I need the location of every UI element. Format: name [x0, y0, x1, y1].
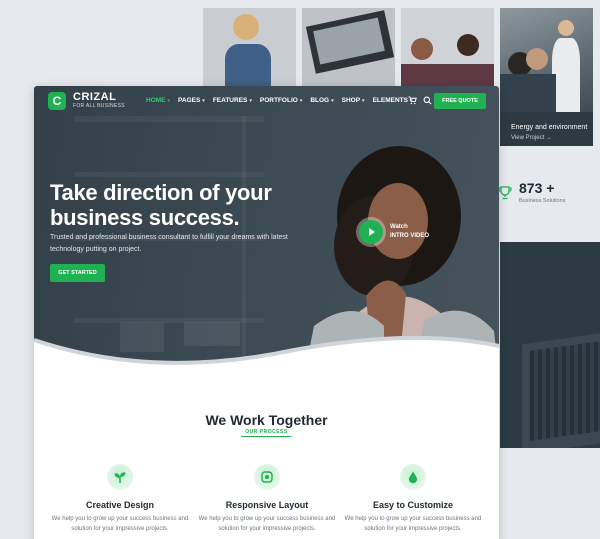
feature-easy-to-customize: Easy to Customize We help you to grow up… [343, 464, 483, 534]
stat-label: Business Solutions [519, 198, 566, 204]
nav-item-shop[interactable]: SHOP ▾ [342, 97, 365, 104]
feature-creative-design: Creative Design We help you to grow up y… [50, 464, 190, 534]
feature-description: We help you to grow up your success busi… [344, 516, 482, 532]
hero-title-line-2: business success. [50, 205, 240, 230]
logo-name[interactable]: CRIZAL [73, 91, 116, 103]
section-kicker: OUR PROCESS [245, 429, 288, 435]
feature-title: Responsive Layout [225, 500, 309, 510]
responsive-icon [254, 464, 280, 490]
feature-description: We help you to grow up your success busi… [198, 516, 336, 532]
logo-icon[interactable]: C [48, 92, 66, 110]
intro-video-label: INTRO VIDEO [390, 233, 430, 239]
play-icon[interactable] [359, 220, 383, 244]
hero-subtitle: Trusted and professional business consul… [50, 234, 288, 253]
hero-title: Take direction of your business success. [50, 180, 310, 230]
website-preview-card: Take direction of your business success.… [34, 86, 499, 539]
cart-icon[interactable] [408, 96, 417, 105]
nav-item-pages[interactable]: PAGES ▾ [178, 97, 205, 104]
feature-responsive-layout: Responsive Layout We help you to grow up… [197, 464, 337, 534]
background-photo-laptop [302, 8, 395, 86]
main-navbar: C CRIZAL FOR ALL BUSINESS HOME ▾ PAGES ▾ F… [34, 86, 499, 116]
watch-label: Watch [390, 224, 408, 230]
logo-tagline: FOR ALL BUSINESS [73, 103, 125, 109]
chevron-down-icon: ▾ [167, 98, 171, 104]
project-card-title: Energy and environment [511, 124, 588, 131]
sprout-icon [107, 464, 133, 490]
project-card-link[interactable]: View Project → [511, 135, 552, 141]
project-card-energy[interactable]: Energy and environment View Project → [500, 8, 593, 146]
trophy-icon [498, 186, 512, 200]
chevron-down-icon: ▾ [299, 98, 303, 104]
intro-video-link[interactable]: Watch INTRO VIDEO [390, 223, 429, 241]
hero-wave-divider [34, 335, 499, 380]
search-icon[interactable] [423, 96, 432, 105]
nav-item-elements[interactable]: ELEMENTS ▾ [373, 97, 413, 104]
chevron-down-icon: ▾ [202, 98, 205, 104]
get-started-button[interactable]: GET STARTED [50, 264, 105, 282]
nav-item-portfolio[interactable]: PORTFOLIO ▾ [260, 97, 302, 104]
chevron-down-icon: ▾ [362, 98, 365, 104]
section-title: We Work Together [205, 412, 328, 428]
nav-item-features[interactable]: FEATURES ▾ [213, 97, 252, 104]
feature-title: Easy to Customize [372, 500, 454, 510]
nav-item-blog[interactable]: BLOG ▾ [310, 97, 333, 104]
drop-icon [400, 464, 426, 490]
nav-menu: HOME ▾ PAGES ▾ FEATURES ▾ PORTFOLIO ▾ BLOG ▾ … [146, 97, 412, 104]
project-card-image [500, 8, 593, 112]
chevron-down-icon: ▾ [331, 98, 334, 104]
background-photo-laptop-dark [500, 242, 600, 448]
chevron-down-icon: ▾ [249, 98, 252, 104]
hero-title-line-1: Take direction of your [50, 180, 272, 205]
stat-value: 873 + [519, 180, 555, 196]
feature-title: Creative Design [85, 500, 155, 510]
free-quote-button[interactable]: FREE QUOTE [434, 93, 486, 109]
background-photo-meeting [401, 8, 494, 86]
section-underline [241, 436, 291, 437]
background-photo-woman-phone [203, 8, 296, 86]
feature-description: We help you to grow up your success busi… [51, 516, 189, 532]
nav-item-home[interactable]: HOME ▾ [146, 97, 170, 104]
